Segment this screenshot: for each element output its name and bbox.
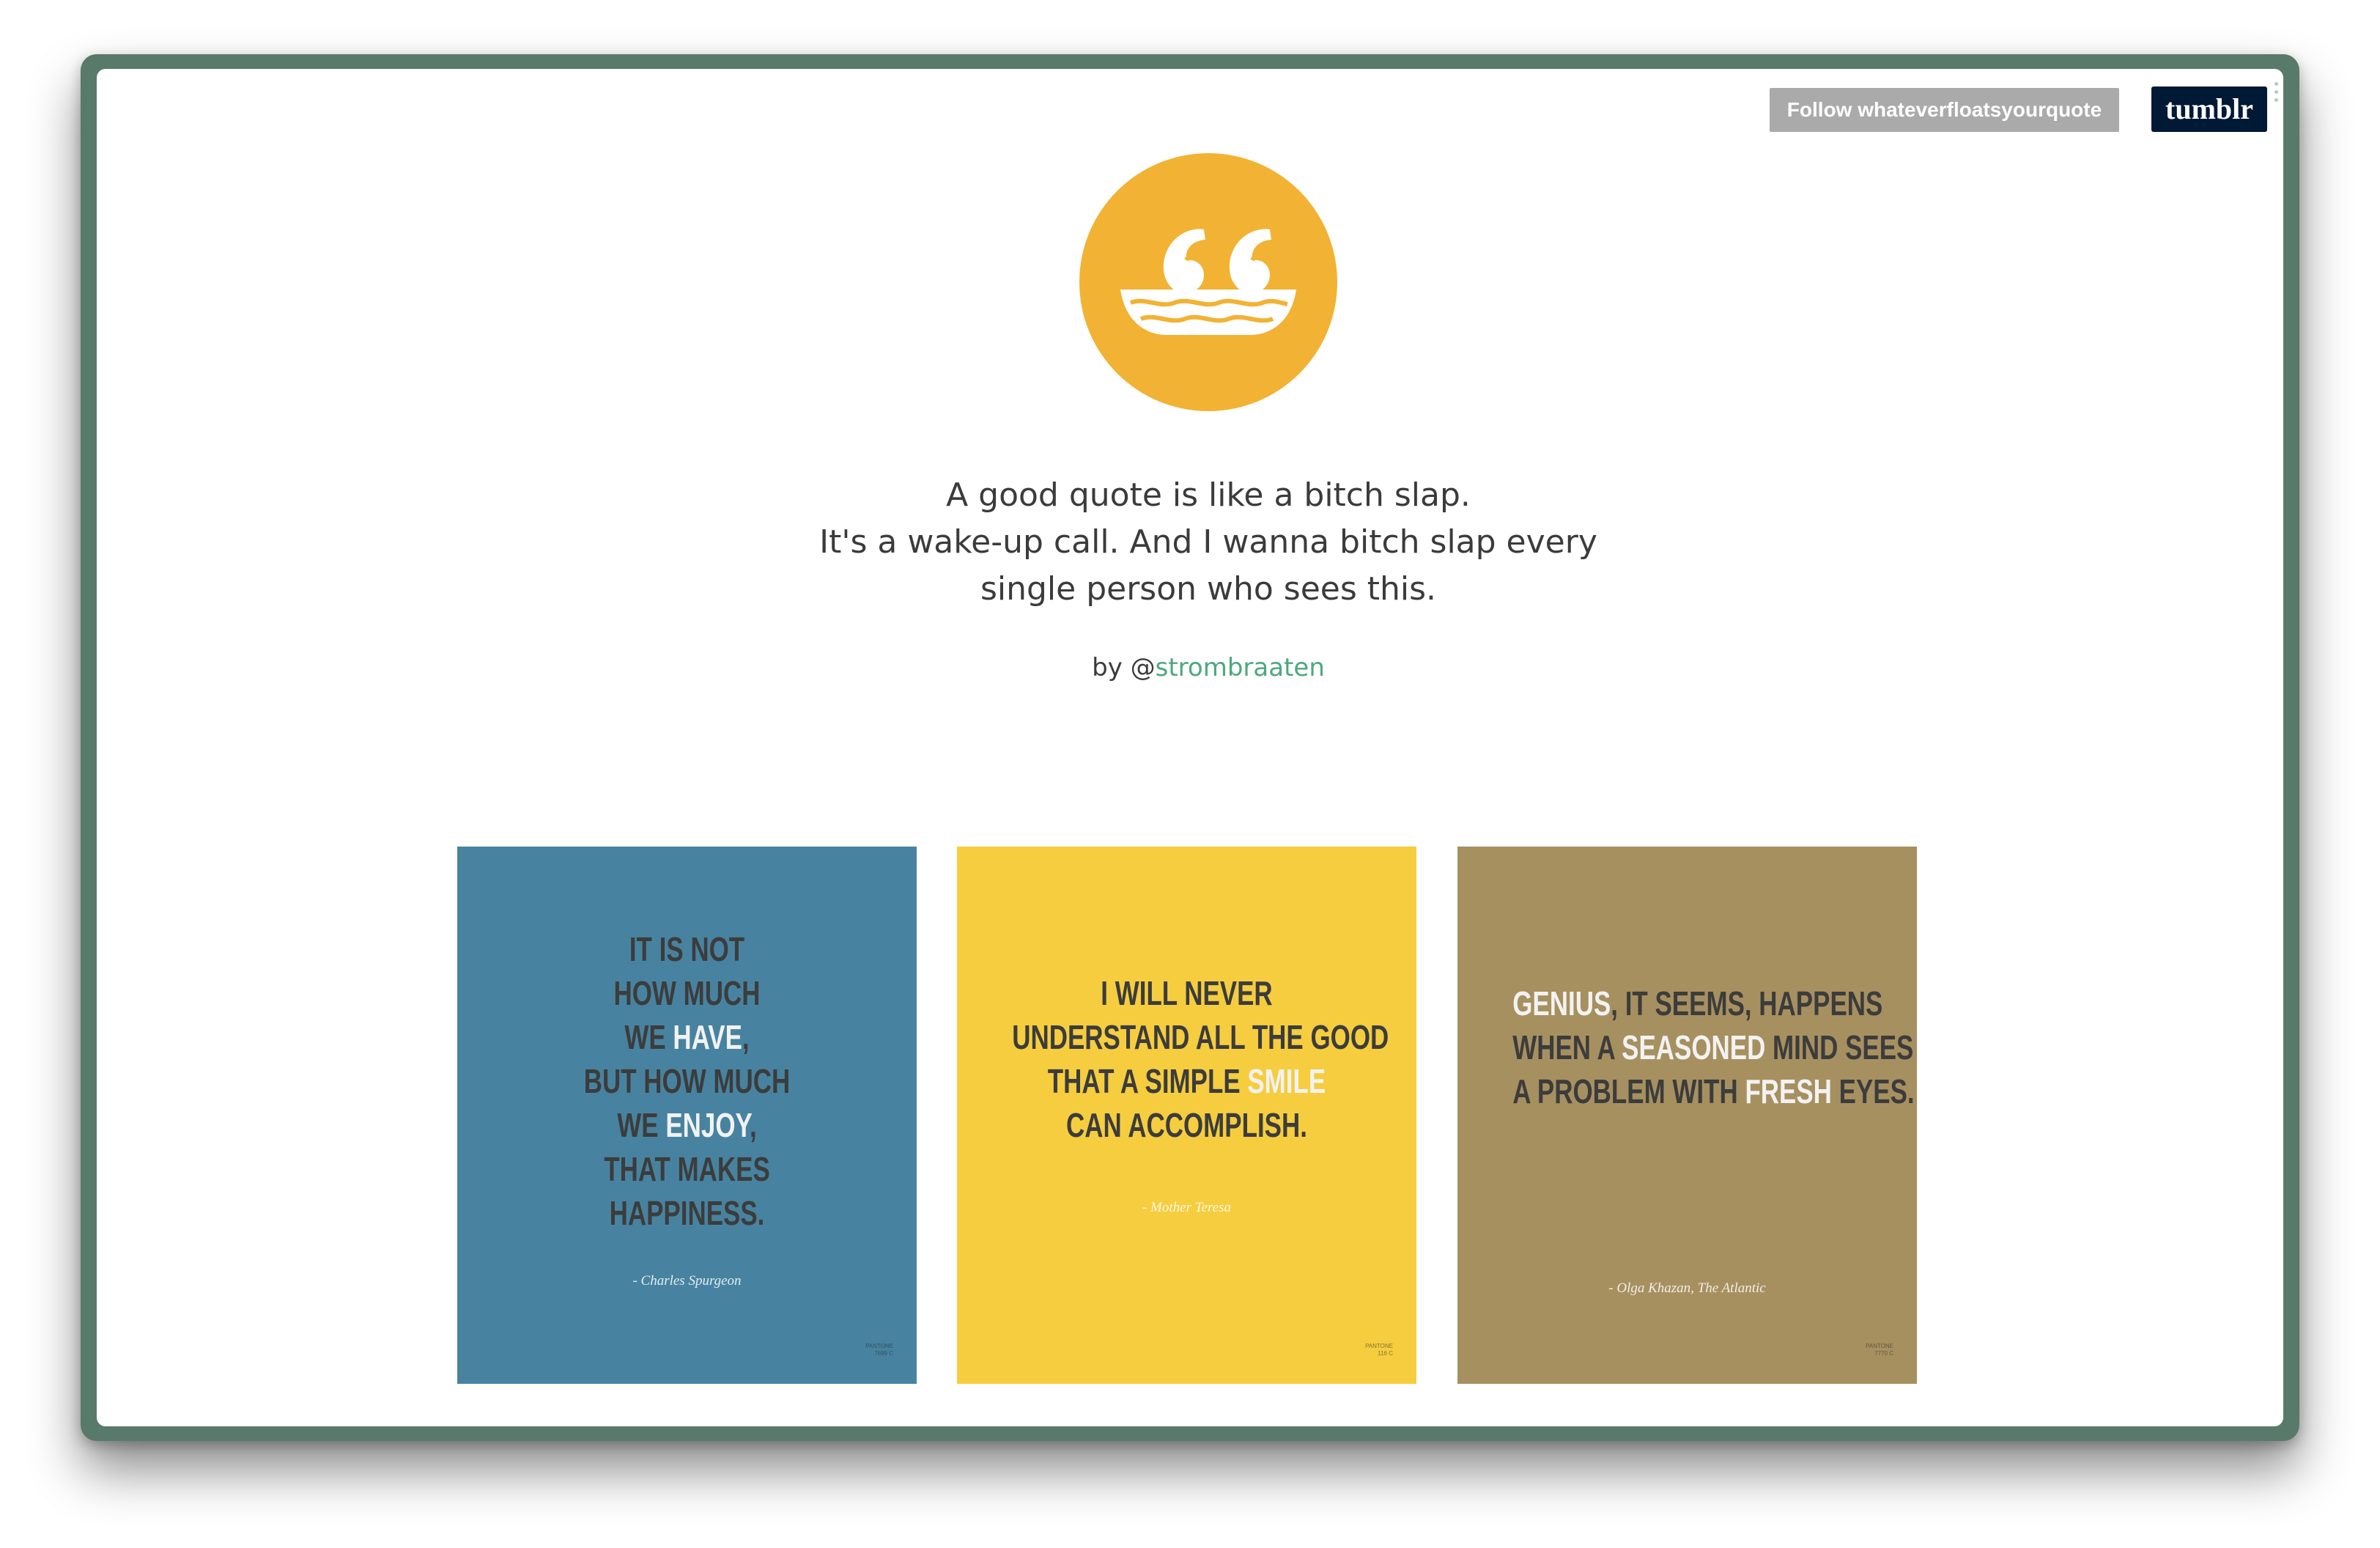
quote-segment: HOW MUCH	[613, 974, 761, 1012]
byline: by @strombraaten	[769, 652, 1648, 684]
author-link[interactable]: strombraaten	[1156, 653, 1325, 682]
tumblr-logo-button[interactable]: tumblr	[2151, 86, 2267, 132]
quote-line: UNDERSTAND ALL THE GOOD	[1012, 1015, 1389, 1059]
quote-card[interactable]: GENIUS, IT SEEMS, HAPPENS WHEN A SEASONED…	[1457, 847, 1917, 1384]
quote-card[interactable]: I WILL NEVER UNDERSTAND ALL THE GOOD THAT …	[957, 847, 1416, 1384]
quote-segment: WHEN A	[1512, 1028, 1622, 1066]
quote-segment: , IT SEEMS, HAPPENS	[1611, 984, 1883, 1022]
quote-segment: THAT A SIMPLE	[1047, 1062, 1248, 1100]
quote-text: IT IS NOT HOW MUCH WE HAVE, BUT HOW MUCH WE …	[512, 927, 862, 1235]
quote-text: GENIUS, IT SEEMS, HAPPENS WHEN A SEASONED…	[1512, 981, 1914, 1113]
quote-text: I WILL NEVER UNDERSTAND ALL THE GOOD THAT …	[1012, 971, 1389, 1147]
quote-line: CAN ACCOMPLISH.	[1012, 1103, 1361, 1147]
tagline-line: single person who sees this.	[980, 570, 1437, 608]
quote-segment: WE	[624, 1018, 673, 1056]
quote-line: BUT HOW MUCH	[512, 1059, 862, 1103]
quote-segment: WE	[617, 1106, 666, 1144]
tagline-line: It's a wake-up call. And I wanna bitch s…	[819, 523, 1597, 561]
pantone-label-line: PANTONE	[865, 1343, 893, 1349]
page-viewport: Follow whateverfloatsyourquote tumblr A …	[97, 69, 2283, 1426]
quote-line: THAT MAKES	[512, 1147, 862, 1191]
quote-segment: THAT MAKES	[604, 1150, 770, 1188]
browser-window: Follow whateverfloatsyourquote tumblr A …	[81, 54, 2299, 1441]
quote-line: WE ENJOY,	[512, 1103, 862, 1147]
pantone-label: PANTONE 116 C	[1349, 1343, 1393, 1357]
quote-attribution: - Olga Khazan, The Atlantic	[1608, 1280, 1766, 1296]
quote-highlight: HAVE	[673, 1018, 742, 1056]
follow-button[interactable]: Follow whateverfloatsyourquote	[1770, 88, 2119, 132]
quote-highlight: SEASONED	[1622, 1028, 1766, 1066]
quote-segment: EYES.	[1831, 1072, 1915, 1110]
pantone-label-line: 7699 C	[874, 1350, 893, 1357]
pantone-label: PANTONE 7770 C	[1849, 1343, 1893, 1357]
quote-attribution: - Mother Teresa	[1142, 1200, 1232, 1215]
quote-line: HOW MUCH	[512, 971, 862, 1015]
quote-segment: I WILL NEVER	[1101, 974, 1273, 1012]
quote-highlight: SMILE	[1247, 1062, 1326, 1100]
pantone-label-line: PANTONE	[1866, 1343, 1893, 1349]
quote-boat-logo-icon	[1079, 153, 1337, 411]
quote-card[interactable]: IT IS NOT HOW MUCH WE HAVE, BUT HOW MUCH WE …	[457, 847, 917, 1384]
quote-segment: ,	[749, 1106, 757, 1144]
quote-line: I WILL NEVER	[1012, 971, 1361, 1015]
quote-segment: HAPPINESS.	[609, 1194, 765, 1232]
quote-highlight: ENJOY	[665, 1106, 750, 1144]
byline-prefix: by @	[1092, 653, 1156, 682]
quote-line: WE HAVE,	[512, 1015, 862, 1059]
quote-line: IT IS NOT	[512, 927, 862, 971]
quote-highlight: FRESH	[1745, 1072, 1832, 1110]
quote-segment: CAN ACCOMPLISH.	[1066, 1106, 1307, 1144]
quote-line: WHEN A SEASONED MIND SEES	[1512, 1025, 1913, 1069]
pantone-label-line: PANTONE	[1365, 1343, 1393, 1349]
pantone-label-line: 116 C	[1378, 1350, 1393, 1357]
quote-line: GENIUS, IT SEEMS, HAPPENS	[1512, 981, 1882, 1025]
pantone-label: PANTONE 7699 C	[849, 1343, 893, 1357]
quote-line: A PROBLEM WITH FRESH EYES.	[1512, 1069, 1914, 1113]
quote-highlight: GENIUS	[1512, 984, 1611, 1022]
quote-segment: ,	[742, 1018, 750, 1056]
scroll-handle-icon[interactable]	[2274, 82, 2279, 106]
tagline: A good quote is like a bitch slap. It's …	[677, 472, 1740, 613]
quote-line: THAT A SIMPLE SMILE	[1012, 1059, 1361, 1103]
quote-segment: IT IS NOT	[629, 930, 745, 968]
quote-segment: A PROBLEM WITH	[1512, 1072, 1745, 1110]
tagline-line: A good quote is like a bitch slap.	[946, 476, 1471, 514]
pantone-label-line: 7770 C	[1874, 1350, 1893, 1357]
quote-attribution: - Charles Spurgeon	[632, 1273, 742, 1289]
quote-segment: UNDERSTAND ALL THE GOOD	[1012, 1018, 1389, 1056]
quote-line: HAPPINESS.	[512, 1191, 862, 1235]
quote-segment: BUT HOW MUCH	[583, 1062, 791, 1100]
quote-segment: MIND SEES	[1765, 1028, 1914, 1066]
